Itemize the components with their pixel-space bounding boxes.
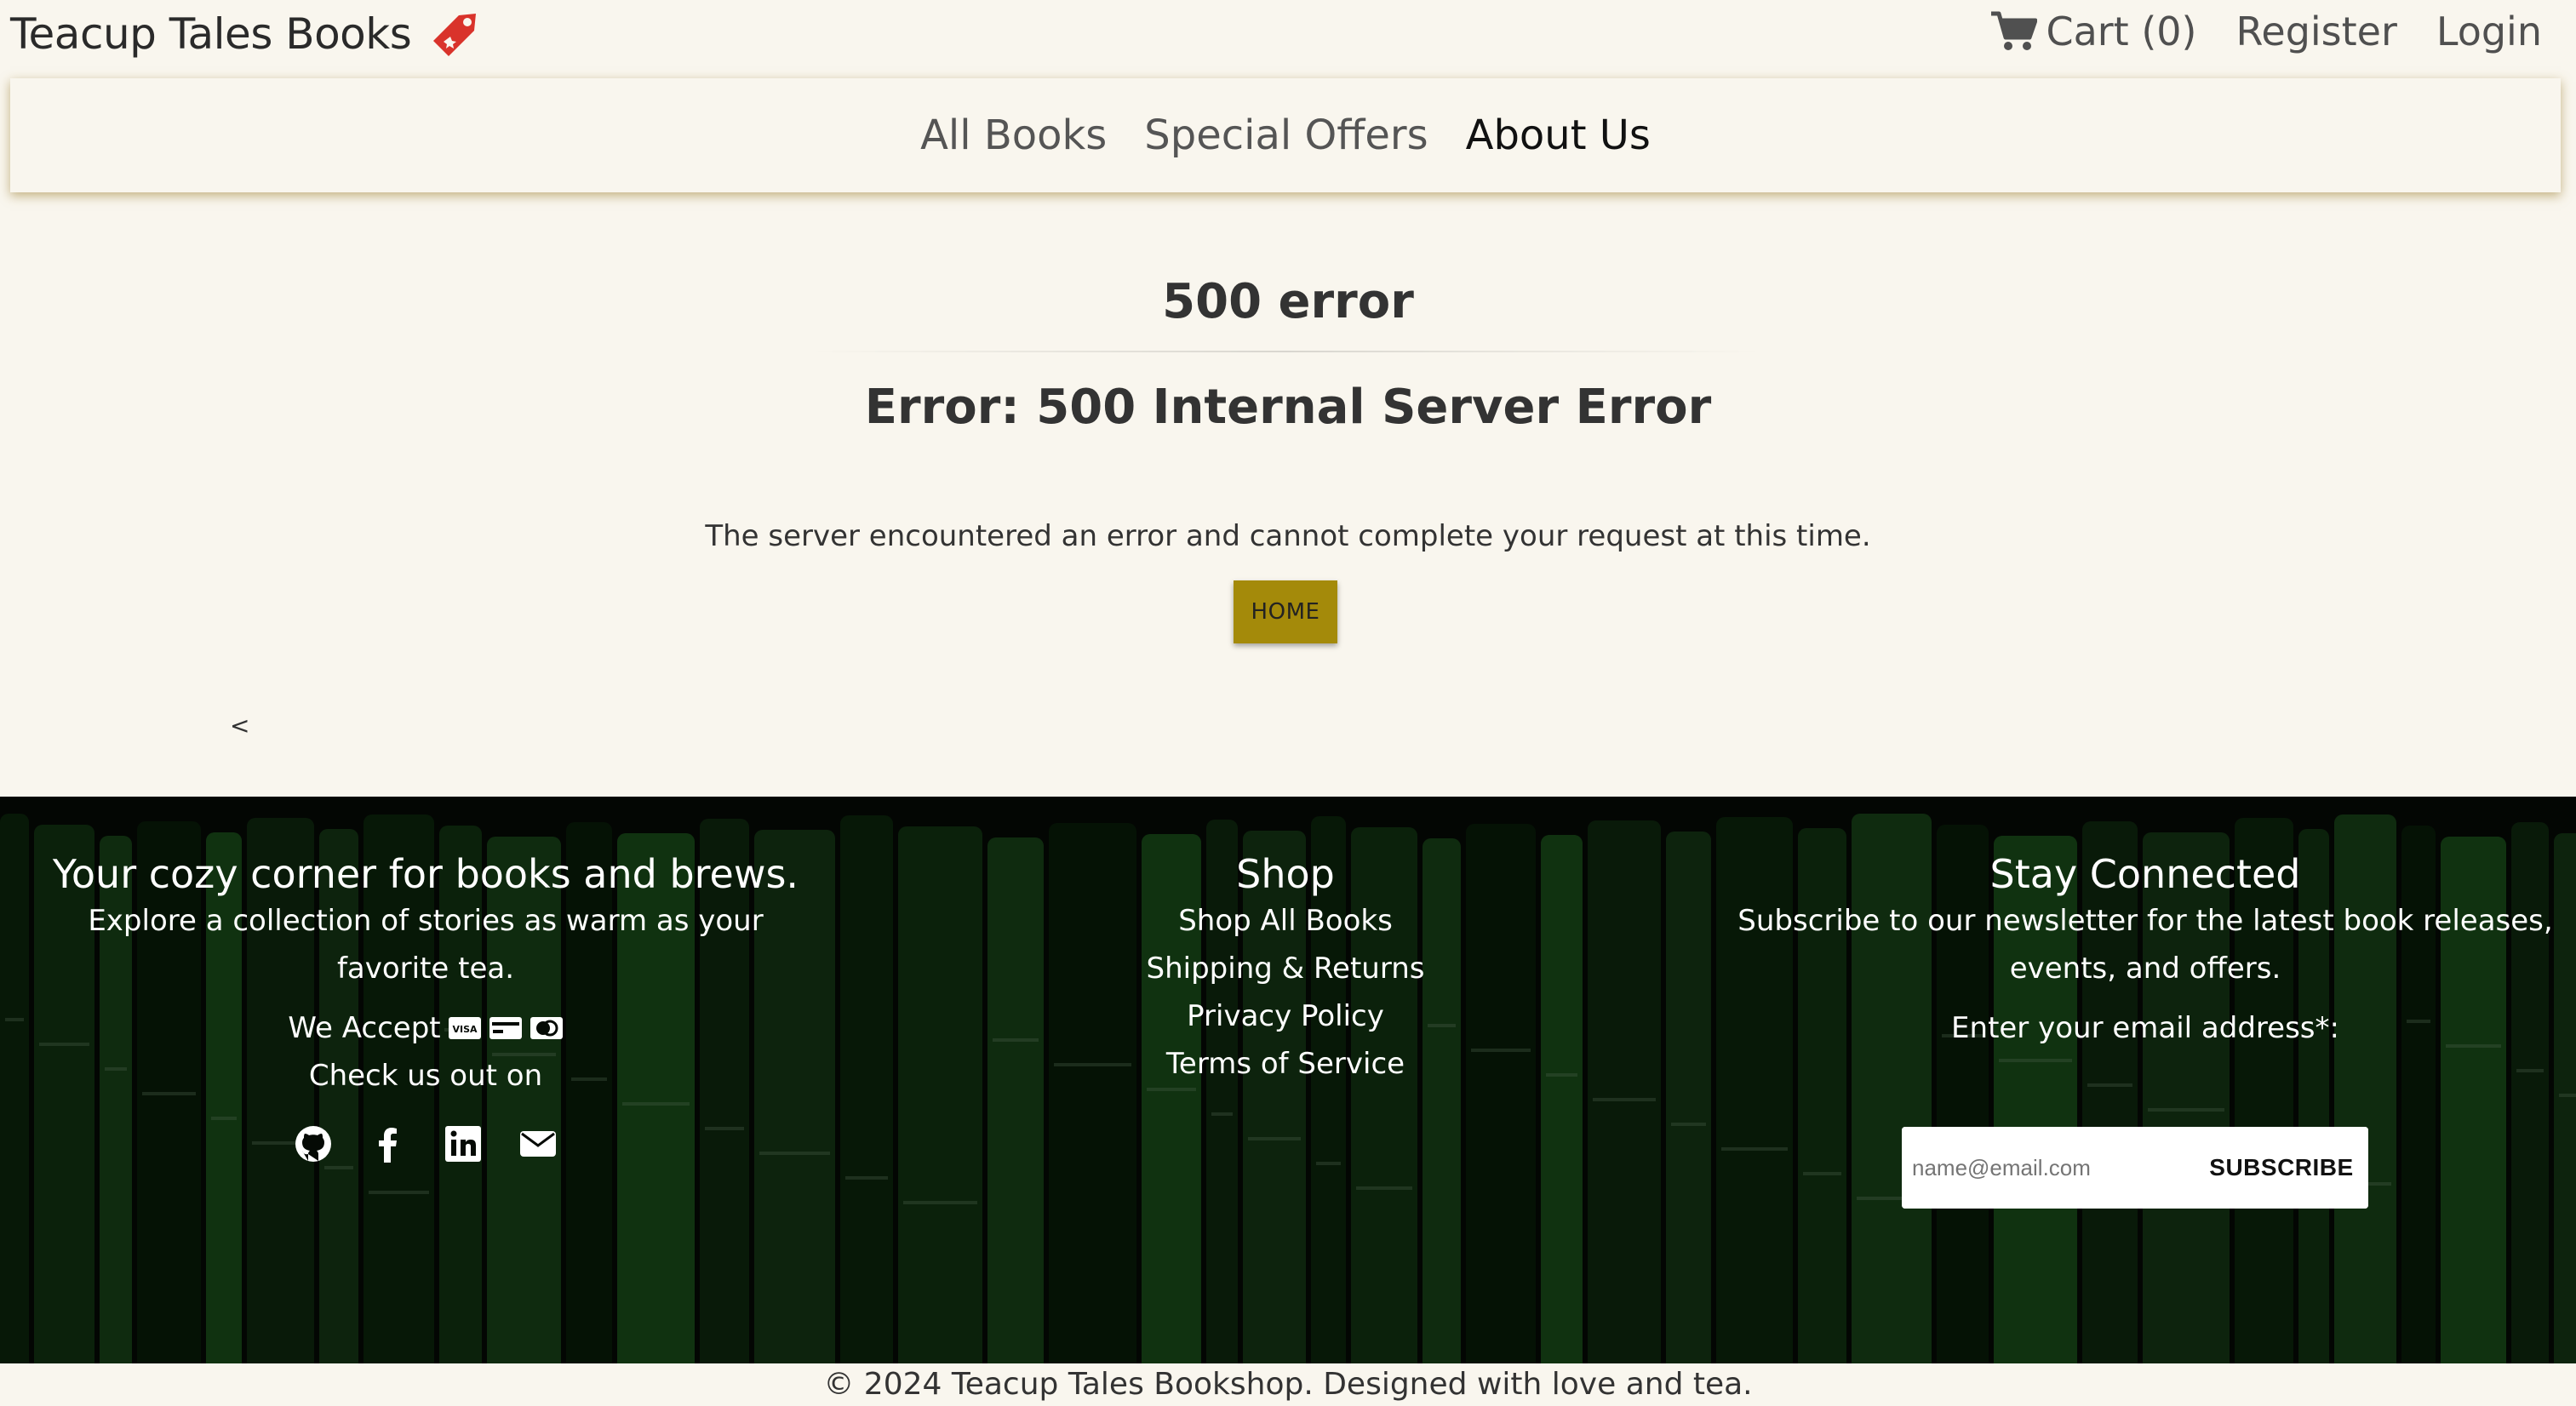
envelope-icon[interactable] [518, 1123, 558, 1164]
footer-newsletter-column: Stay Connected Subscribe to our newslett… [1728, 797, 2562, 1052]
visa-card-icon: VISA [448, 1017, 481, 1039]
register-link[interactable]: Register [2236, 9, 2397, 54]
stay-connected-heading: Stay Connected [1989, 851, 2301, 897]
footer-tagline: Your cozy corner for books and brews. [52, 851, 799, 897]
social-links [34, 1123, 817, 1164]
nav-all-books[interactable]: All Books [920, 111, 1107, 159]
cart-link[interactable]: Cart (0) [1989, 9, 2197, 54]
nav-special-offers[interactable]: Special Offers [1144, 111, 1428, 159]
email-input[interactable] [1902, 1127, 2195, 1209]
privacy-policy-link[interactable]: Privacy Policy [1115, 992, 1456, 1040]
divider [809, 351, 1762, 352]
check-us-out-label: Check us out on [308, 1059, 543, 1093]
error-subtitle: Error: 500 Internal Server Error [864, 380, 1712, 435]
terms-of-service-link[interactable]: Terms of Service [1115, 1040, 1456, 1088]
credit-card-icon [489, 1017, 522, 1039]
tag-icon [433, 14, 477, 56]
shopping-cart-icon [1991, 11, 2038, 50]
stray-text: < [230, 712, 250, 740]
nav-about-us[interactable]: About Us [1466, 111, 1651, 159]
brand-name: Teacup Tales Books [10, 9, 412, 59]
linkedin-icon[interactable] [443, 1123, 484, 1164]
mastercard-icon [530, 1017, 563, 1039]
newsletter-form: SUBSCRIBE [1902, 1127, 2368, 1209]
footer: Your cozy corner for books and brews. Ex… [0, 797, 2576, 1363]
main-nav: All Books Special Offers About Us [10, 78, 2561, 192]
subscribe-button[interactable]: SUBSCRIBE [2195, 1127, 2368, 1209]
svg-text:VISA: VISA [452, 1024, 478, 1035]
payment-methods: We Accept VISA [34, 1011, 817, 1045]
home-button[interactable]: HOME [1234, 580, 1337, 643]
error-message: The server encountered an error and cann… [705, 519, 1871, 553]
email-label: Enter your email address*: [1951, 1011, 2339, 1045]
newsletter-text: Subscribe to our newsletter for the late… [1737, 904, 2553, 986]
footer-about-column: Your cozy corner for books and brews. Ex… [34, 797, 817, 1164]
login-link[interactable]: Login [2436, 9, 2542, 54]
error-title: 500 error [1162, 274, 1414, 329]
facebook-icon[interactable] [368, 1123, 409, 1164]
account-nav: Cart (0) Register Login [1989, 9, 2542, 54]
brand-logo-link[interactable]: Teacup Tales Books [10, 7, 483, 61]
top-bar: Teacup Tales Books Cart (0) Register Log… [0, 0, 2576, 75]
shop-all-books-link[interactable]: Shop All Books [1115, 897, 1456, 945]
shop-heading: Shop [1236, 851, 1335, 897]
cart-label: Cart (0) [2046, 9, 2197, 54]
footer-shop-column: Shop Shop All Books Shipping & Returns P… [1115, 797, 1456, 1088]
shipping-returns-link[interactable]: Shipping & Returns [1115, 945, 1456, 992]
copyright: © 2024 Teacup Tales Bookshop. Designed w… [0, 1363, 2576, 1406]
github-icon[interactable] [293, 1123, 334, 1164]
footer-description: Explore a collection of stories as warm … [88, 904, 764, 986]
we-accept-label: We Accept [288, 1011, 441, 1045]
